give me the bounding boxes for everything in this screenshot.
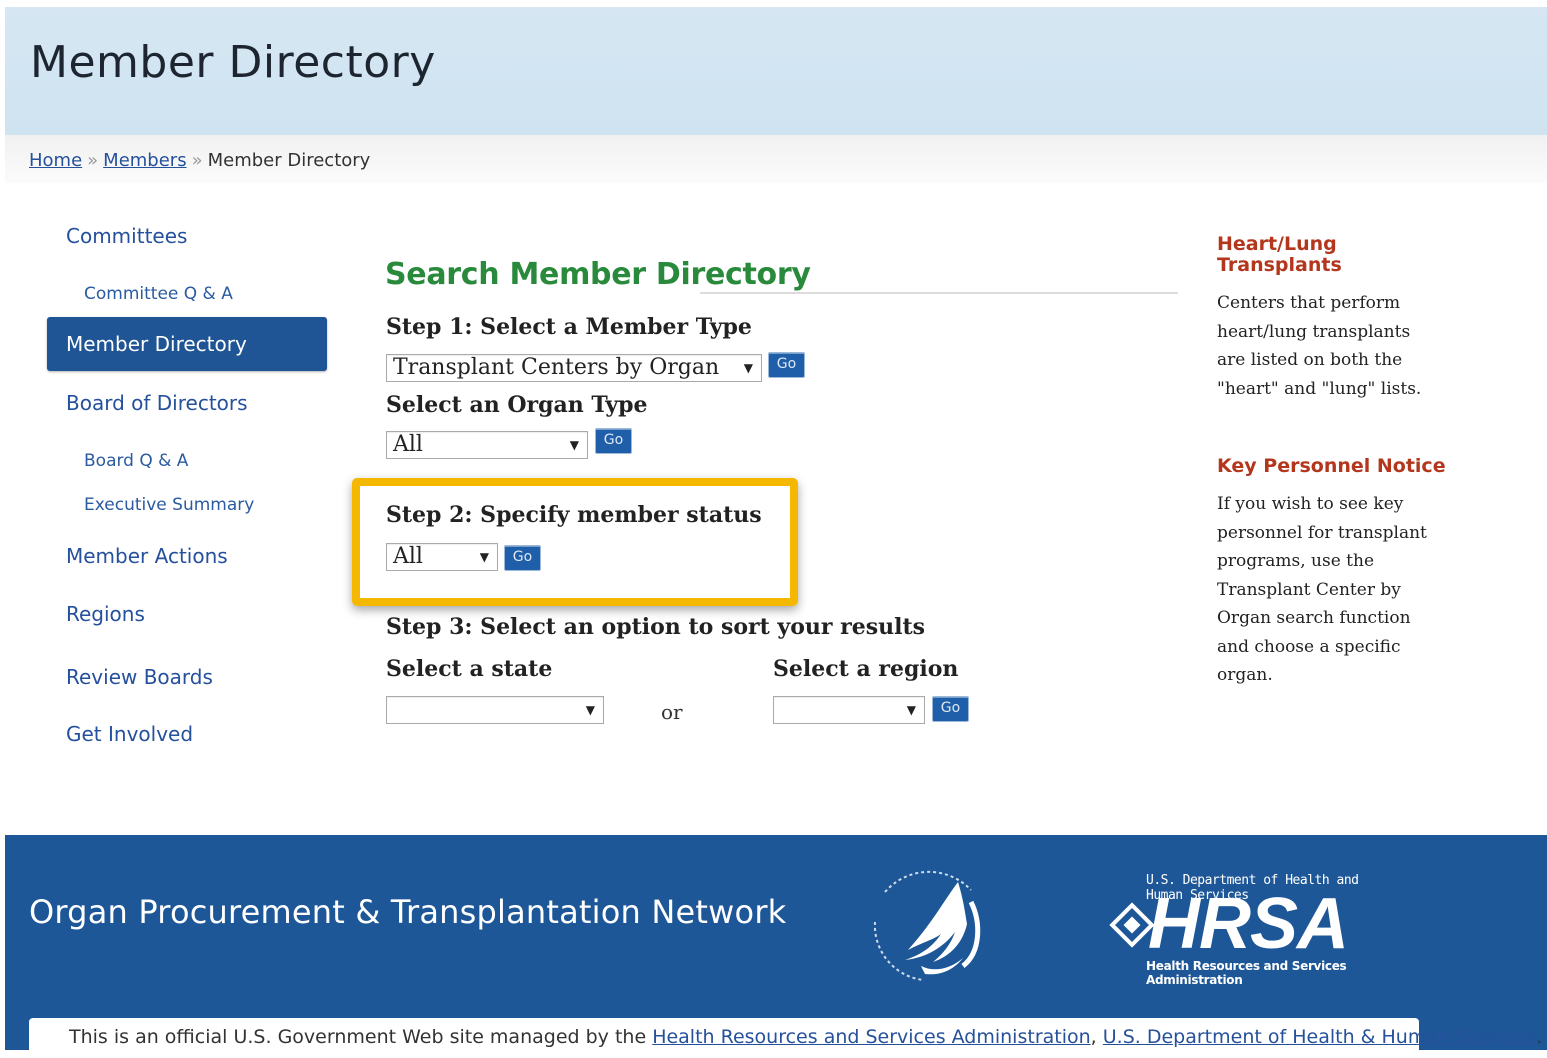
sidebar-item-committees[interactable]: Committees xyxy=(47,224,327,248)
sidebar-item-member-actions[interactable]: Member Actions xyxy=(47,544,327,568)
hrsa-link[interactable]: Health Resources and Services Administra… xyxy=(652,1026,1090,1048)
region-select[interactable]: ▼ xyxy=(773,696,925,724)
heartlung-title-line2: Transplants xyxy=(1217,254,1342,276)
member-status-value: All xyxy=(393,544,423,569)
sidebar-item-member-directory[interactable]: Member Directory xyxy=(47,317,327,371)
sidebar-item-executive-summary[interactable]: Executive Summary xyxy=(47,495,327,515)
breadcrumb-bar: Home» Members» Member Directory xyxy=(5,135,1547,183)
hhs-link[interactable]: U.S. Department of Health & Human Servic… xyxy=(1103,1026,1536,1048)
search-title: Search Member Directory xyxy=(385,257,811,292)
sidebar-item-get-involved[interactable]: Get Involved xyxy=(47,722,327,746)
region-go-button[interactable]: Go xyxy=(932,696,969,722)
highlight-box xyxy=(352,478,798,606)
breadcrumb-separator: » xyxy=(191,150,203,171)
member-type-value: Transplant Centers by Organ xyxy=(393,355,720,380)
gov-notice: This is an official U.S. Government Web … xyxy=(29,1018,1542,1058)
dropdown-arrow-icon: ▼ xyxy=(569,438,579,452)
key-personnel-title: Key Personnel Notice xyxy=(1217,455,1446,477)
organ-type-value: All xyxy=(393,432,423,457)
breadcrumb-members-link[interactable]: Members xyxy=(103,150,186,171)
state-label: Select a state xyxy=(386,656,553,682)
member-type-select[interactable]: Transplant Centers by Organ ▼ xyxy=(386,354,762,382)
heartlung-title: Heart/Lung Transplants xyxy=(1217,234,1342,276)
hrsa-logo: U.S. Department of Health and Human Serv… xyxy=(1100,873,1400,987)
region-label: Select a region xyxy=(773,656,959,682)
step2-label: Step 2: Specify member status xyxy=(386,502,762,528)
sidebar-item-board-qa[interactable]: Board Q & A xyxy=(47,451,327,471)
dropdown-arrow-icon: ▼ xyxy=(743,361,753,375)
organ-type-go-button[interactable]: Go xyxy=(595,428,632,454)
breadcrumb-separator: » xyxy=(87,150,99,171)
sidebar-item-regions[interactable]: Regions xyxy=(47,602,327,626)
hhs-seal-icon xyxy=(873,870,981,981)
member-type-go-button[interactable]: Go xyxy=(768,352,805,378)
heartlung-text: Centers that perform heart/lung transpla… xyxy=(1217,293,1422,399)
dropdown-arrow-icon: ▼ xyxy=(906,703,916,717)
gov-notice-text: This is an official U.S. Government Web … xyxy=(69,1026,1542,1048)
gov-notice-end: . xyxy=(1536,1026,1543,1048)
member-status-select[interactable]: All ▼ xyxy=(386,543,498,571)
sidebar-item-board-of-directors[interactable]: Board of Directors xyxy=(47,391,327,415)
dropdown-arrow-icon: ▼ xyxy=(479,550,489,564)
page-title: Member Directory xyxy=(30,37,436,88)
breadcrumb: Home» Members» Member Directory xyxy=(29,150,370,171)
or-separator: or xyxy=(661,700,683,724)
organ-type-select[interactable]: All ▼ xyxy=(386,431,588,459)
sidebar-item-review-boards[interactable]: Review Boards xyxy=(47,665,327,689)
state-select[interactable]: ▼ xyxy=(386,696,604,724)
heartlung-title-line1: Heart/Lung xyxy=(1217,233,1337,255)
hrsa-logo-bottom: Health Resources and Services Administra… xyxy=(1146,959,1347,987)
title-divider xyxy=(700,292,1178,294)
organ-type-label: Select an Organ Type xyxy=(386,392,648,418)
key-personnel-text: If you wish to see key personnel for tra… xyxy=(1217,494,1427,685)
sidebar-item-committee-qa[interactable]: Committee Q & A xyxy=(47,284,327,304)
step1-label: Step 1: Select a Member Type xyxy=(386,314,752,340)
hrsa-logo-text: HRSA xyxy=(1148,884,1349,964)
gov-notice-comma: , xyxy=(1090,1026,1103,1048)
breadcrumb-current: Member Directory xyxy=(207,150,371,171)
step3-label: Step 3: Select an option to sort your re… xyxy=(386,614,925,640)
page-header: Member Directory xyxy=(5,7,1547,135)
gov-notice-intro: This is an official U.S. Government Web … xyxy=(69,1026,653,1048)
footer-org-name: Organ Procurement & Transplantation Netw… xyxy=(29,893,787,931)
member-status-go-button[interactable]: Go xyxy=(504,545,541,571)
breadcrumb-home-link[interactable]: Home xyxy=(29,150,82,171)
dropdown-arrow-icon: ▼ xyxy=(585,703,595,717)
